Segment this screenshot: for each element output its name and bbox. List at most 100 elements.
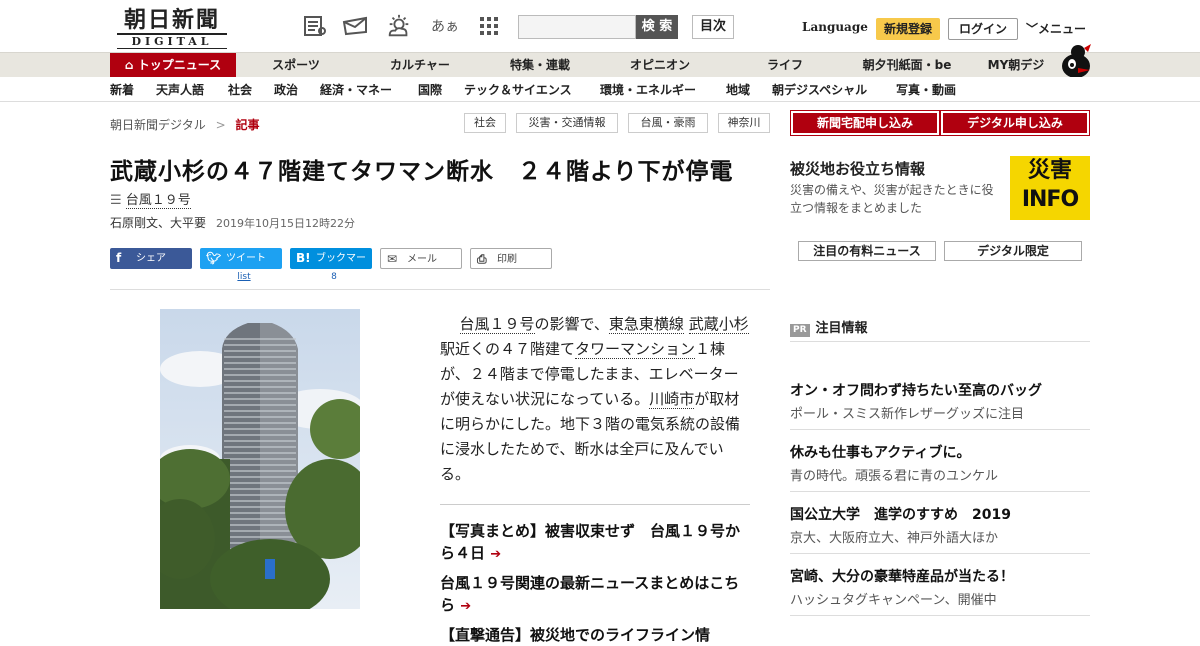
menu-button[interactable]: ﹀メニュー (1026, 20, 1086, 37)
nav-politics[interactable]: 政治 (274, 77, 298, 102)
nav-print-edition[interactable]: 朝夕刊紙面・be (852, 53, 962, 78)
divider (110, 289, 770, 290)
chevron-down-icon: ﹀ (1026, 22, 1039, 36)
tag-typhoon[interactable]: 台風・豪雨 (628, 113, 708, 133)
nav-photo-video[interactable]: 写真・動画 (896, 77, 956, 102)
nav-tensei-jingo[interactable]: 天声人語 (156, 77, 204, 102)
related-link-label: 【直撃通告】被災地でのライフライン情 (440, 626, 711, 644)
arrow-right-icon: ➔ (490, 547, 502, 562)
disaster-info-heading[interactable]: 被災地お役立ち情報 (790, 158, 925, 179)
nav-sports[interactable]: スポーツ (260, 53, 332, 78)
nav-society[interactable]: 社会 (228, 77, 252, 102)
mail-label: メール (407, 254, 437, 265)
twitter-label: ツイート (226, 253, 266, 264)
tag-society[interactable]: 社会 (464, 113, 506, 133)
related-link-summary[interactable]: 台風１９号関連の最新ニュースまとめはこちら ➔ (440, 572, 752, 618)
nav-international[interactable]: 国際 (418, 77, 442, 102)
hatena-bookmark-button[interactable]: B! ブックマーク (290, 248, 372, 285)
grid-icon[interactable] (476, 14, 502, 38)
pr-item-title[interactable]: 休みも仕事もアクティブに。 (790, 442, 970, 462)
paid-news-button[interactable]: 注目の有料ニュース (798, 241, 936, 261)
link-tokyu-toyoko[interactable]: 東急東横線 (608, 315, 684, 334)
nav-culture[interactable]: カルチャー (380, 53, 460, 78)
print-button[interactable]: ⎙ 印刷 (470, 248, 552, 269)
toc-button[interactable]: 目次 (692, 15, 734, 39)
link-tower-mansion[interactable]: タワーマンション (575, 340, 696, 359)
pr-item-subtitle[interactable]: 京大、大阪府立大、神戸外語大ほか (790, 527, 998, 546)
body-text-1: の影響で、 (534, 315, 609, 333)
article-body: 台風１９号の影響で、東急東横線 武蔵小杉駅近くの４７階建てタワーマンション１棟が… (440, 312, 752, 487)
hatena-count[interactable]: 8 (290, 272, 378, 282)
pr-item-title[interactable]: 国公立大学 進学のすすめ 2019 (790, 504, 1011, 524)
nav-economy[interactable]: 経済・マネー (320, 77, 392, 102)
divider (790, 553, 1090, 554)
pr-badge: PR (790, 324, 810, 337)
nav-features[interactable]: 特集・連載 (500, 53, 580, 78)
login-button[interactable]: ログイン (948, 18, 1018, 40)
weather-icon[interactable] (386, 14, 412, 38)
nav-latest[interactable]: 新着 (110, 77, 134, 102)
breadcrumb-sep: > (215, 118, 226, 132)
nav-special[interactable]: 朝デジスペシャル (772, 77, 867, 102)
pr-item-subtitle[interactable]: 青の時代。頑張る君に青のユンケル (790, 465, 998, 484)
primary-nav: ⌂ トップニュース スポーツ カルチャー 特集・連載 オピニオン ライフ 朝夕刊… (0, 52, 1200, 78)
nav-my-asahi[interactable]: MY朝デジ (980, 53, 1052, 78)
disaster-info-text: 災害の備えや、災害が起きたときに役立つ情報をまとめました (790, 183, 994, 215)
newspaper-icon[interactable] (302, 14, 328, 38)
newspaper-delivery-button[interactable]: 新聞宅配申し込み (790, 110, 940, 136)
twitter-count[interactable]: list (200, 272, 288, 282)
related-link-photos[interactable]: 【写真まとめ】被害収束せず 台風１９号から４日 ➔ (440, 520, 752, 566)
link-kawasaki[interactable]: 川崎市 (649, 390, 695, 409)
nav-top-news[interactable]: ⌂ トップニュース (110, 53, 236, 78)
nav-region[interactable]: 地域 (726, 77, 750, 102)
divider (790, 341, 1090, 342)
related-link-label: 【写真まとめ】被害収束せず 台風１９号から４日 (440, 522, 741, 562)
link-typhoon[interactable]: 台風１９号 (459, 315, 535, 334)
mascot-icon (1058, 44, 1092, 78)
facebook-label: シェア (136, 253, 166, 264)
facebook-icon: f (116, 251, 122, 265)
disaster-info-banner[interactable]: 災害 INFO (1010, 156, 1090, 220)
breadcrumb: 朝日新聞デジタル > 記事 (110, 116, 260, 133)
twitter-share-button[interactable]: 🐦︎ ツイート (200, 248, 282, 269)
facebook-share-button[interactable]: f シェア (110, 248, 192, 269)
nav-environment[interactable]: 環境・エネルギー (600, 77, 696, 102)
site-logo[interactable]: 朝日新聞 DIGITAL (117, 8, 227, 49)
mail-icon[interactable] (342, 14, 368, 38)
link-musashikosugi[interactable]: 武蔵小杉 (688, 315, 749, 334)
article-photo[interactable] (160, 309, 360, 609)
series-label: 台風１９号 (125, 193, 191, 209)
pr-item-title[interactable]: オン・オフ問わず持ちたい至高のバッグ (790, 380, 1042, 400)
secondary-nav: 新着 天声人語 社会 政治 経済・マネー 国際 テック＆サイエンス 環境・エネル… (0, 77, 1200, 102)
list-icon: ☰ (110, 193, 122, 208)
print-label: 印刷 (497, 254, 517, 265)
publish-date: 2019年10月15日12時22分 (216, 217, 355, 230)
breadcrumb-current: 記事 (235, 118, 260, 132)
site-header: 朝日新聞 DIGITAL あぁ 検 索 目次 Language 新規登録 ログイ… (0, 0, 1200, 52)
pr-item-title[interactable]: 宮崎、大分の豪華特産品が当たる！ (790, 566, 1014, 586)
twitter-icon: 🐦︎ (206, 251, 222, 265)
font-size-icon[interactable]: あぁ (430, 14, 460, 38)
mail-share-button[interactable]: ✉ メール (380, 248, 462, 269)
pr-item-subtitle[interactable]: ポール・スミス新作レザーグッズに注目 (790, 403, 1024, 422)
divider (440, 504, 750, 505)
byline: 石原剛文、大平要 2019年10月15日12時22分 (110, 214, 355, 231)
nav-tech-science[interactable]: テック＆サイエンス (464, 77, 572, 102)
related-link-lifeline[interactable]: 【直撃通告】被災地でのライフライン情 (440, 624, 752, 646)
hatena-icon: B! (296, 251, 311, 265)
menu-label: メニュー (1038, 22, 1087, 36)
series-link[interactable]: ☰ 台風１９号 (110, 189, 191, 209)
tag-kanagawa[interactable]: 神奈川 (718, 113, 770, 133)
breadcrumb-site[interactable]: 朝日新聞デジタル (110, 118, 206, 132)
search-input[interactable] (518, 15, 636, 39)
register-button[interactable]: 新規登録 (876, 18, 940, 40)
digital-only-button[interactable]: デジタル限定 (944, 241, 1082, 261)
search-button[interactable]: 検 索 (636, 15, 678, 39)
disaster-info-bottom: INFO (1021, 187, 1079, 212)
nav-life[interactable]: ライフ (750, 53, 820, 78)
digital-subscribe-button[interactable]: デジタル申し込み (940, 110, 1090, 136)
nav-opinion[interactable]: オピニオン (620, 53, 700, 78)
language-link[interactable]: Language (802, 20, 868, 34)
pr-item-subtitle[interactable]: ハッシュタグキャンペーン、開催中 (790, 589, 997, 608)
tag-disaster-traffic[interactable]: 災害・交通情報 (516, 113, 618, 133)
